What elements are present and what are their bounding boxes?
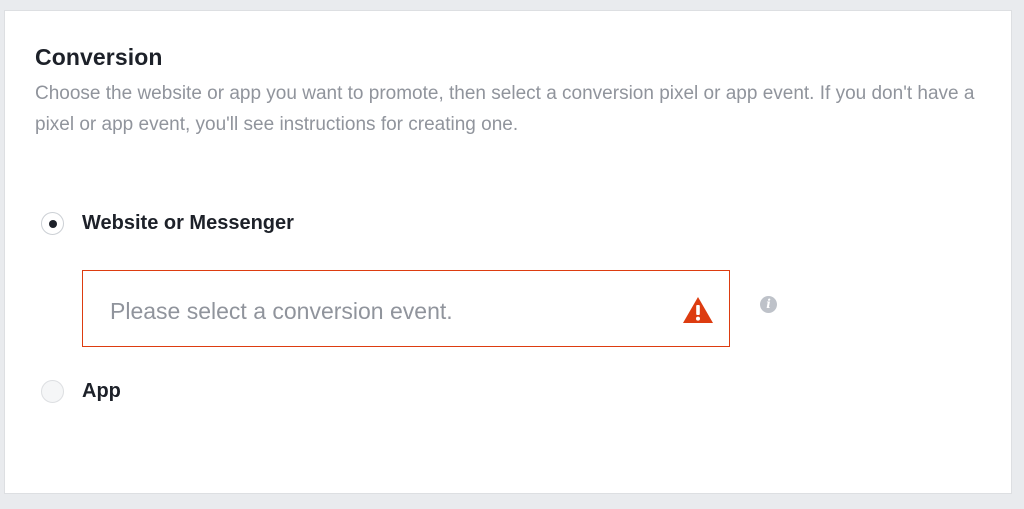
app-option[interactable]: App [41,380,121,403]
conversion-card: Conversion Choose the website or app you… [4,10,1012,494]
section-title: Conversion [35,44,163,70]
app-option-label: App [82,380,121,402]
conversion-event-placeholder: Please select a conversion event. [110,298,453,324]
app-radio-button[interactable] [41,380,64,403]
warning-icon [683,297,713,323]
radio-selected-dot [48,219,57,228]
section-description: Choose the website or app you want to pr… [35,83,975,135]
website-or-messenger-option[interactable]: Website or Messenger [41,212,294,235]
conversion-event-select[interactable]: Please select a conversion event. [82,270,730,347]
info-icon[interactable]: i [760,296,777,313]
website-radio-button[interactable] [41,212,64,235]
website-option-label: Website or Messenger [82,212,294,234]
